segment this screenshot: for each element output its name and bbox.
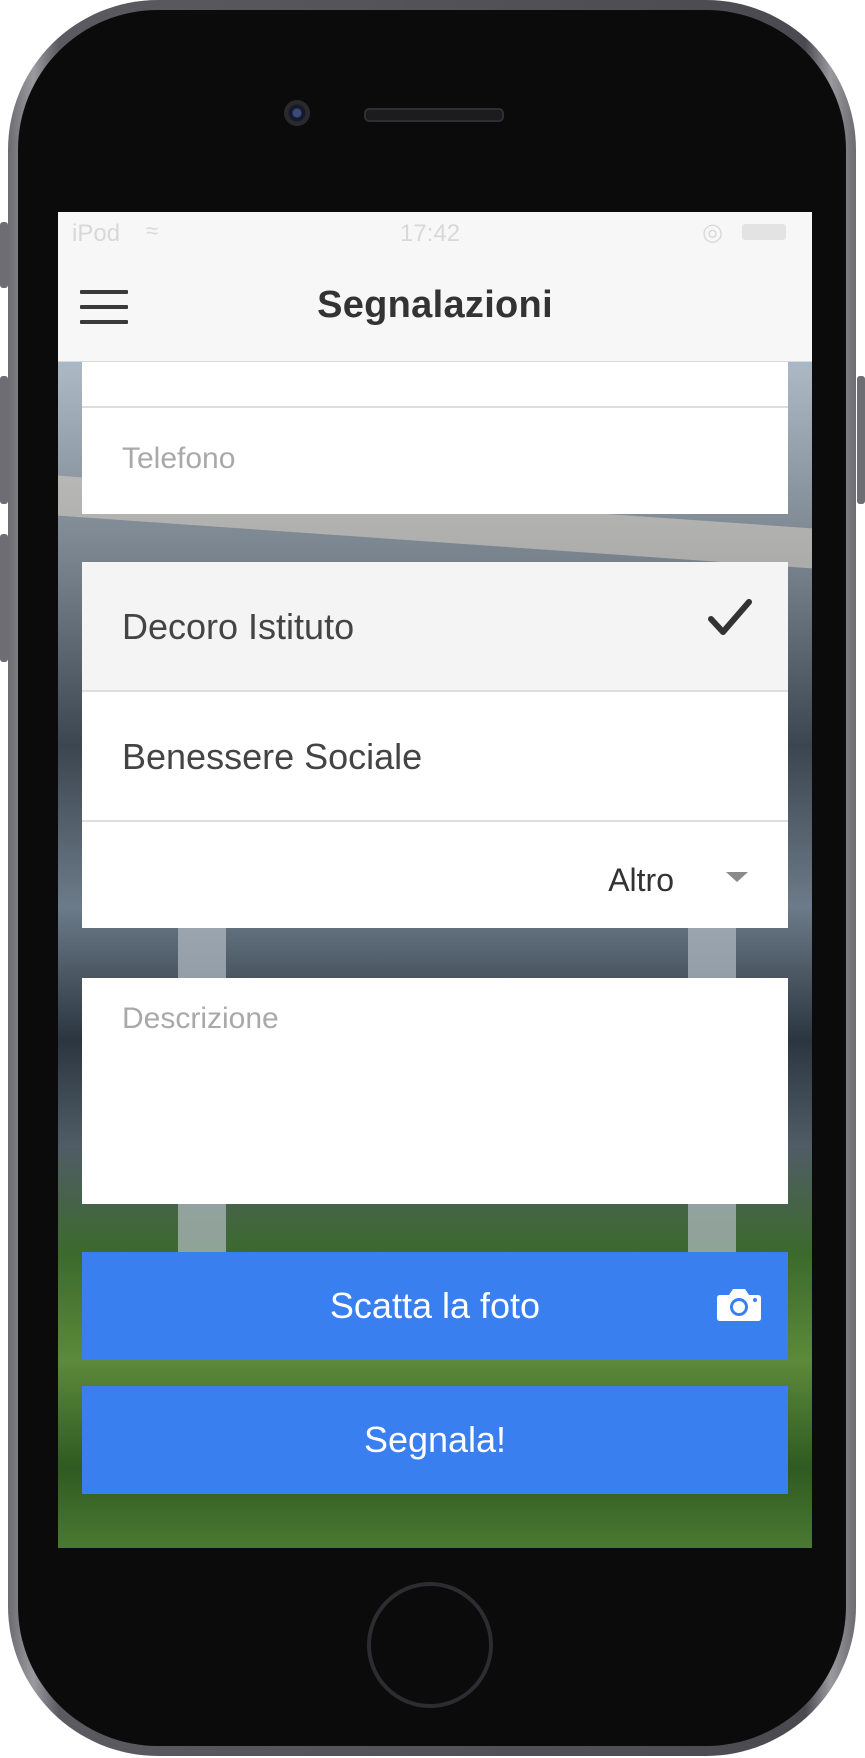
other-category-select[interactable]: Altro xyxy=(82,822,788,928)
submit-report-button[interactable]: Segnala! xyxy=(82,1386,788,1494)
phone-field[interactable]: Telefono xyxy=(122,442,235,476)
select-value: Altro xyxy=(608,862,674,898)
carrier-label: iPod xyxy=(72,220,121,247)
power-button xyxy=(857,376,865,504)
status-bar: iPod ≈ 17:42 ◎ xyxy=(58,212,812,252)
take-photo-button[interactable]: Scatta la foto xyxy=(82,1252,788,1360)
mute-switch xyxy=(0,222,8,288)
take-photo-label: Scatta la foto xyxy=(329,1285,541,1326)
checkmark-icon xyxy=(708,599,752,635)
volume-up-button xyxy=(0,376,8,504)
alarm-icon: ◎ xyxy=(702,219,723,246)
category-item-decoro-istituto[interactable]: Decoro Istituto xyxy=(82,562,788,690)
front-camera xyxy=(284,100,310,126)
app-screen: iPod ≈ 17:42 ◎ Segnalazioni Telefono Dec… xyxy=(58,212,812,1548)
header: Segnalazioni xyxy=(58,252,812,362)
category-label: Benessere Sociale xyxy=(122,736,423,777)
wifi-icon: ≈ xyxy=(146,218,159,243)
category-list: Decoro Istituto Benessere Sociale Altro xyxy=(82,562,788,928)
description-field[interactable]: Descrizione xyxy=(82,978,788,1204)
category-item-benessere-sociale[interactable]: Benessere Sociale xyxy=(82,692,788,820)
earpiece-speaker xyxy=(364,108,504,122)
home-button[interactable] xyxy=(367,1582,493,1708)
camera-icon xyxy=(717,1289,761,1321)
phone-card: Telefono xyxy=(82,362,788,514)
submit-label: Segnala! xyxy=(363,1419,507,1460)
battery-icon xyxy=(742,224,786,240)
category-label: Decoro Istituto xyxy=(122,606,355,647)
page-title: Segnalazioni xyxy=(317,284,553,326)
volume-down-button xyxy=(0,534,8,662)
description-placeholder: Descrizione xyxy=(122,1002,279,1035)
chevron-down-icon xyxy=(726,872,748,882)
status-time: 17:42 xyxy=(400,220,461,247)
field-divider xyxy=(82,406,788,408)
